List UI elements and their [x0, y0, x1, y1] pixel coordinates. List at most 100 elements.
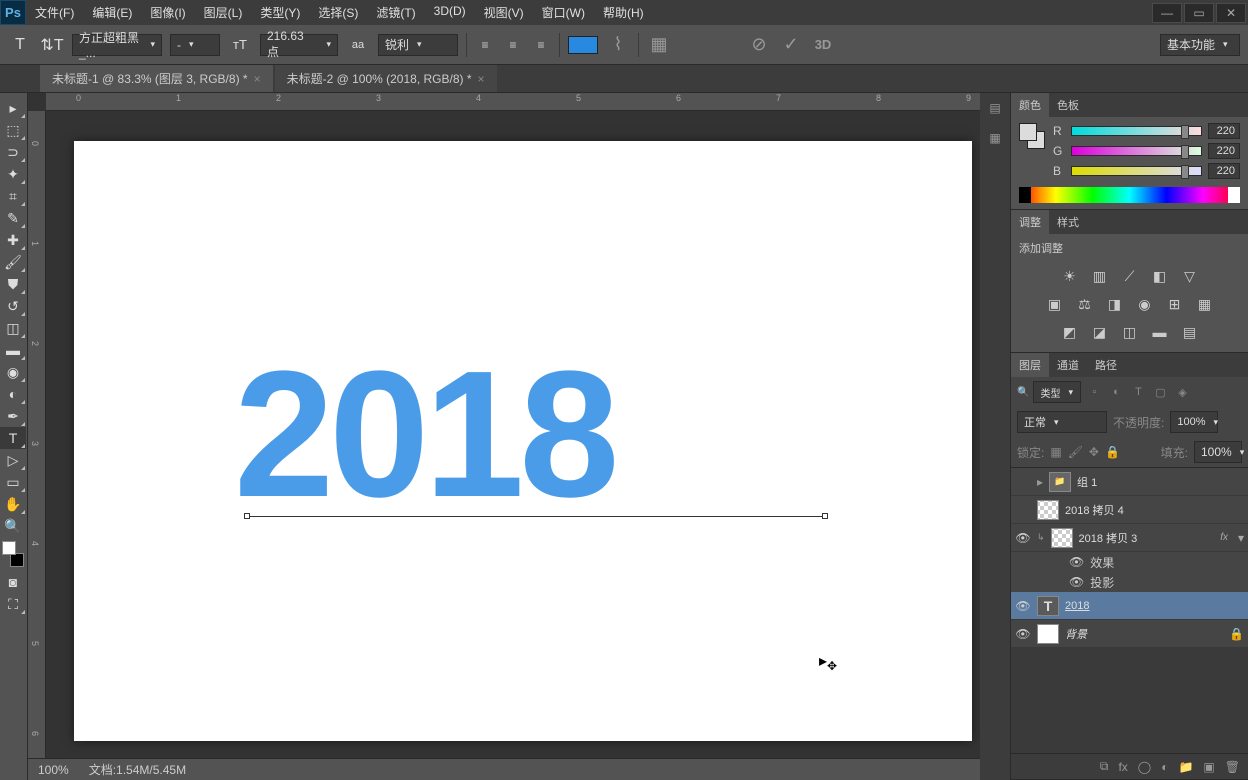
mask-icon[interactable]: ◯ — [1138, 760, 1151, 774]
text-handle-right[interactable] — [822, 513, 828, 519]
layer-name[interactable]: 2018 拷贝 3 — [1079, 530, 1138, 546]
tab-close-icon[interactable]: × — [254, 72, 261, 86]
curves-icon[interactable]: ⟋ — [1119, 266, 1141, 286]
filter-type-dropdown[interactable]: 类型 — [1033, 381, 1081, 403]
photo-filter-icon[interactable]: ◉ — [1134, 294, 1156, 314]
selective-icon[interactable]: ▤ — [1179, 322, 1201, 342]
layer-name[interactable]: 背景 — [1065, 626, 1087, 642]
slider-value-b[interactable] — [1208, 163, 1240, 179]
expand-icon[interactable]: ▸ — [1037, 475, 1043, 489]
dock-icon[interactable]: ▤ — [980, 93, 1010, 123]
menu-window[interactable]: 窗口(W) — [533, 0, 594, 25]
visibility-toggle[interactable]: 👁 — [1015, 599, 1031, 613]
layer-name[interactable]: 组 1 — [1077, 474, 1097, 490]
menu-image[interactable]: 图像(I) — [141, 0, 194, 25]
filter-adjust-icon[interactable]: ◐ — [1107, 384, 1125, 400]
tab-layers[interactable]: 图层 — [1011, 353, 1049, 377]
layer-name[interactable]: 2018 拷贝 4 — [1065, 502, 1124, 518]
fx-icon[interactable]: fx — [1118, 760, 1127, 774]
hand-tool[interactable]: ✋ — [0, 493, 26, 515]
align-right-button[interactable]: ≡ — [531, 35, 551, 55]
hue-icon[interactable]: ▣ — [1044, 294, 1066, 314]
character-panel-button[interactable]: ▦ — [647, 33, 671, 57]
eraser-tool[interactable]: ◫ — [0, 317, 26, 339]
fx-expand-icon[interactable]: ▾ — [1238, 531, 1244, 545]
adjustment-icon[interactable]: ◐ — [1161, 760, 1168, 774]
slider-track-g[interactable] — [1071, 146, 1202, 156]
tab-paths[interactable]: 路径 — [1087, 353, 1125, 377]
menu-help[interactable]: 帮助(H) — [594, 0, 653, 25]
lock-paint-icon[interactable]: 🖌 — [1068, 445, 1083, 459]
screenmode-toggle[interactable]: ⛶ — [0, 593, 26, 615]
lock-trans-icon[interactable]: ▦ — [1050, 445, 1061, 459]
orientation-toggle[interactable]: ⇅T — [40, 33, 64, 57]
tab-adjustments[interactable]: 调整 — [1011, 210, 1049, 234]
color-preview[interactable] — [1019, 123, 1045, 149]
color-spectrum[interactable] — [1019, 187, 1240, 203]
stamp-tool[interactable]: ⛊ — [0, 273, 26, 295]
commit-icon[interactable]: ✓ — [779, 33, 803, 57]
layer-row-group[interactable]: ▸ 📁 组 1 — [1011, 468, 1248, 496]
tab-swatches[interactable]: 色板 — [1049, 93, 1087, 117]
menu-edit[interactable]: 编辑(E) — [83, 0, 141, 25]
filter-smart-icon[interactable]: ◈ — [1173, 384, 1191, 400]
effect-dropshadow[interactable]: 👁 投影 — [1011, 572, 1248, 592]
menu-3d[interactable]: 3D(D) — [425, 0, 475, 25]
slider-value-g[interactable] — [1208, 143, 1240, 159]
slider-value-r[interactable] — [1208, 123, 1240, 139]
group-icon[interactable]: 📁 — [1178, 760, 1193, 774]
lock-all-icon[interactable]: 🔒 — [1105, 445, 1120, 459]
fx-badge[interactable]: fx — [1220, 532, 1232, 543]
close-button[interactable]: ✕ — [1216, 3, 1246, 23]
layer-row-copy4[interactable]: 2018 拷贝 4 — [1011, 496, 1248, 524]
font-family-dropdown[interactable]: 方正超粗黑_... — [72, 34, 162, 56]
minimize-button[interactable]: — — [1152, 3, 1182, 23]
eyedropper-tool[interactable]: ✎ — [0, 207, 26, 229]
maximize-button[interactable]: ▭ — [1184, 3, 1214, 23]
menu-filter[interactable]: 滤镜(T) — [367, 0, 424, 25]
text-color-swatch[interactable] — [568, 36, 598, 54]
pen-tool[interactable]: ✒ — [0, 405, 26, 427]
slider-thumb[interactable] — [1181, 145, 1189, 159]
layer-row-copy3[interactable]: 👁 ↳ 2018 拷贝 3 fx ▾ — [1011, 524, 1248, 552]
dock-icon[interactable]: ▦ — [980, 123, 1010, 153]
wand-tool[interactable]: ✦ — [0, 163, 26, 185]
gradient-map-icon[interactable]: ▬ — [1149, 322, 1171, 342]
lut-icon[interactable]: ▦ — [1194, 294, 1216, 314]
heal-tool[interactable]: ✚ — [0, 229, 26, 251]
visibility-toggle[interactable]: 👁 — [1015, 531, 1031, 545]
link-layers-icon[interactable]: ⧉ — [1100, 759, 1109, 774]
menu-type[interactable]: 类型(Y) — [251, 0, 309, 25]
cancel-icon[interactable]: ⊘ — [747, 33, 771, 57]
canvas-viewport[interactable]: 2018 ▸✥ — [46, 111, 980, 758]
anti-alias-dropdown[interactable]: 锐利 — [378, 34, 458, 56]
posterize-icon[interactable]: ◪ — [1089, 322, 1111, 342]
visibility-toggle[interactable]: 👁 — [1015, 627, 1031, 641]
blur-tool[interactable]: ◉ — [0, 361, 26, 383]
bw-icon[interactable]: ◨ — [1104, 294, 1126, 314]
font-size-dropdown[interactable]: 216.63 点 — [260, 34, 338, 56]
exposure-icon[interactable]: ◧ — [1149, 266, 1171, 286]
text-handle-left[interactable] — [244, 513, 250, 519]
effect-row[interactable]: 👁 效果 — [1011, 552, 1248, 572]
slider-thumb[interactable] — [1181, 125, 1189, 139]
dodge-tool[interactable]: ◐ — [0, 383, 26, 405]
slider-thumb[interactable] — [1181, 165, 1189, 179]
warp-text-button[interactable]: ⌇ — [606, 33, 630, 57]
tab-styles[interactable]: 样式 — [1049, 210, 1087, 234]
filter-shape-icon[interactable]: ▢ — [1151, 384, 1169, 400]
quickmask-toggle[interactable]: ◙ — [0, 571, 26, 593]
slider-track-r[interactable] — [1071, 126, 1202, 136]
menu-layer[interactable]: 图层(L) — [195, 0, 252, 25]
gradient-tool[interactable]: ▬ — [0, 339, 26, 361]
filter-pixel-icon[interactable]: ▫ — [1085, 384, 1103, 400]
history-brush-tool[interactable]: ↺ — [0, 295, 26, 317]
menu-file[interactable]: 文件(F) — [26, 0, 83, 25]
path-select-tool[interactable]: ▷ — [0, 449, 26, 471]
tab-channels[interactable]: 通道 — [1049, 353, 1087, 377]
document-tab-1[interactable]: 未标题-1 @ 83.3% (图层 3, RGB/8) * × — [40, 65, 273, 92]
fill-value[interactable]: 100% — [1194, 441, 1242, 463]
document-tab-2[interactable]: 未标题-2 @ 100% (2018, RGB/8) * × — [275, 65, 497, 92]
type-tool[interactable]: T — [0, 427, 26, 449]
menu-select[interactable]: 选择(S) — [309, 0, 367, 25]
